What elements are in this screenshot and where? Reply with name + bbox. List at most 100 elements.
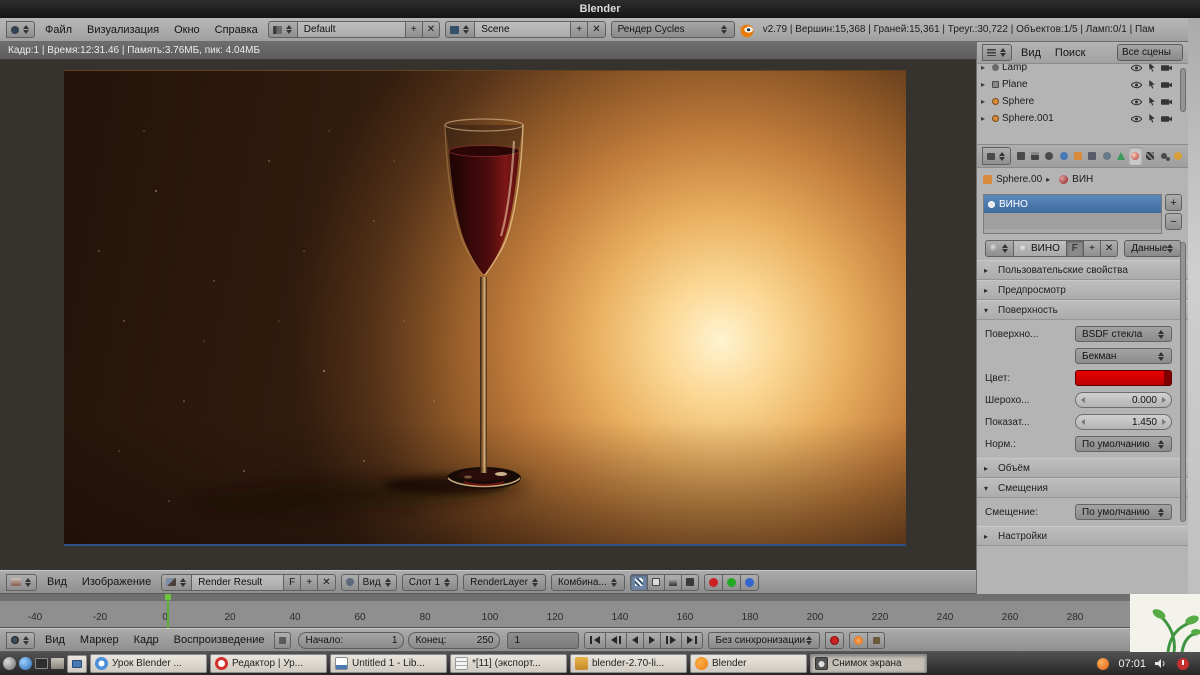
scene-browse-button[interactable] xyxy=(445,21,476,38)
view-mode-dropdown[interactable]: Вид xyxy=(358,573,397,591)
material-slot-empty[interactable] xyxy=(984,213,1161,229)
normal-dropdown[interactable]: По умолчанию xyxy=(1075,436,1172,452)
taskbar-window-6[interactable]: Blender xyxy=(690,654,807,673)
expand-icon[interactable]: ▸ xyxy=(981,114,989,123)
material-unlink-button[interactable]: ✕ xyxy=(1100,239,1119,257)
playhead[interactable] xyxy=(165,594,171,628)
breadcrumb-object[interactable]: Sphere.00 xyxy=(996,174,1042,185)
image-browse-button[interactable] xyxy=(161,573,193,591)
selectability-cursor-icon[interactable] xyxy=(1146,114,1157,123)
scene-name-field[interactable]: Scene xyxy=(475,21,572,38)
material-add-button[interactable]: + xyxy=(1083,239,1101,257)
record-button[interactable] xyxy=(825,631,845,649)
outliner-display-mode-dropdown[interactable]: Все сцены xyxy=(1117,44,1183,61)
slot-add-button[interactable]: + xyxy=(1165,194,1182,211)
browser-launcher-icon[interactable] xyxy=(19,657,32,670)
image-add-button[interactable]: + xyxy=(301,573,319,591)
panel-volume[interactable]: ▸ Объём xyxy=(977,458,1188,478)
slot-dropdown[interactable]: Слот 1 xyxy=(401,573,459,591)
image-menu-image[interactable]: Изображение xyxy=(75,576,158,588)
editor-type-outliner-button[interactable] xyxy=(982,44,1012,61)
outliner-item-sphere[interactable]: ▸ Sphere xyxy=(977,93,1188,110)
material-browse-button[interactable] xyxy=(985,239,1014,257)
roughness-field[interactable]: 0.000 xyxy=(1075,392,1172,408)
ior-field[interactable]: 1.450 xyxy=(1075,414,1172,430)
selectability-cursor-icon[interactable] xyxy=(1146,97,1157,106)
menu-help[interactable]: Справка xyxy=(208,24,265,36)
outliner-menu-search[interactable]: Поиск xyxy=(1048,47,1092,59)
editor-type-timeline-button[interactable] xyxy=(6,631,35,649)
displacement-dropdown[interactable]: По умолчанию xyxy=(1075,504,1172,520)
taskbar-window-2[interactable]: Редактор | Ур... xyxy=(210,654,327,673)
taskbar-window-3[interactable]: Untitled 1 - Lib... xyxy=(330,654,447,673)
surface-shader-dropdown[interactable]: BSDF стекла xyxy=(1075,326,1172,342)
data-link-dropdown[interactable]: Данные xyxy=(1124,239,1182,257)
image-fake-user-button[interactable]: F xyxy=(284,573,302,591)
outliner-menu-view[interactable]: Вид xyxy=(1014,47,1048,59)
render-camera-icon[interactable] xyxy=(1161,114,1172,123)
editor-type-image-button[interactable] xyxy=(6,573,37,591)
image-editor-canvas[interactable] xyxy=(0,60,976,570)
tab-world[interactable] xyxy=(1057,147,1070,165)
slot-remove-button[interactable]: − xyxy=(1165,213,1182,230)
view-mode-icon-button[interactable] xyxy=(340,573,359,591)
panel-custom-properties[interactable]: ▸ Пользовательские свойства xyxy=(977,260,1188,280)
selectability-cursor-icon[interactable] xyxy=(1146,80,1157,89)
end-frame-field[interactable]: Конец: 250 xyxy=(408,631,501,649)
terminal-launcher-icon[interactable] xyxy=(35,658,48,669)
menu-file[interactable]: Файл xyxy=(38,24,79,36)
play-reverse-button[interactable] xyxy=(627,631,645,649)
outliner-item-lamp[interactable]: ▸ Lamp xyxy=(977,64,1188,76)
start-frame-field[interactable]: Начало: 1 xyxy=(298,631,405,649)
tab-constraints[interactable] xyxy=(1086,147,1099,165)
lock-time-toggle[interactable] xyxy=(274,631,292,649)
image-menu-view[interactable]: Вид xyxy=(40,576,74,588)
outliner-item-sphere-001[interactable]: ▸ Sphere.001 xyxy=(977,110,1188,127)
increment-arrow-icon[interactable] xyxy=(1162,419,1166,425)
layout-name-field[interactable]: Default xyxy=(297,21,406,38)
tab-material[interactable] xyxy=(1128,147,1142,165)
layout-browse-button[interactable] xyxy=(267,21,298,38)
keying-set-button[interactable] xyxy=(849,631,869,649)
breadcrumb-material[interactable]: ВИН xyxy=(1072,174,1093,185)
draw-mode-toggle-1[interactable] xyxy=(647,573,665,591)
layout-add-button[interactable]: + xyxy=(405,21,423,38)
render-layer-dropdown[interactable]: RenderLayer xyxy=(463,573,546,591)
material-slot-selected[interactable]: ВИНО xyxy=(984,195,1161,213)
tab-object[interactable] xyxy=(1071,147,1084,165)
panel-settings[interactable]: ▸ Настройки xyxy=(977,526,1188,546)
material-slot-list[interactable]: ВИНО xyxy=(983,194,1162,234)
layout-delete-button[interactable]: ✕ xyxy=(422,21,441,38)
visibility-eye-icon[interactable] xyxy=(1131,64,1142,72)
tab-modifiers[interactable] xyxy=(1100,147,1113,165)
current-frame-field[interactable]: 1 xyxy=(507,631,580,649)
volume-icon[interactable] xyxy=(1155,658,1168,669)
next-keyframe-button[interactable] xyxy=(661,631,683,649)
editor-type-info-button[interactable] xyxy=(6,21,35,38)
expand-icon[interactable]: ▸ xyxy=(981,97,989,106)
tab-scene[interactable] xyxy=(1043,147,1056,165)
material-fake-user-button[interactable]: F xyxy=(1066,239,1084,257)
properties-scrollbar[interactable] xyxy=(1180,242,1186,522)
increment-arrow-icon[interactable] xyxy=(1162,397,1166,403)
tab-render[interactable] xyxy=(1014,147,1027,165)
menu-window[interactable]: Окно xyxy=(167,24,207,36)
tab-object-data[interactable] xyxy=(1114,147,1127,165)
editor-type-properties-button[interactable] xyxy=(982,147,1011,165)
timeline-ruler[interactable]: -40 -20 0 20 40 60 80 100 120 140 160 18… xyxy=(0,594,1130,628)
render-camera-icon[interactable] xyxy=(1161,64,1172,72)
render-camera-icon[interactable] xyxy=(1161,97,1172,106)
tray-app-icon[interactable] xyxy=(1097,657,1110,670)
tab-texture[interactable] xyxy=(1143,147,1156,165)
distribution-dropdown[interactable]: Бекман xyxy=(1075,348,1172,364)
panel-preview[interactable]: ▸ Предпросмотр xyxy=(977,280,1188,300)
image-unlink-button[interactable]: ✕ xyxy=(318,573,336,591)
prev-keyframe-button[interactable] xyxy=(606,631,628,649)
red-channel-button[interactable] xyxy=(703,573,723,591)
power-icon[interactable] xyxy=(1177,657,1189,670)
visibility-eye-icon[interactable] xyxy=(1131,97,1142,106)
tab-physics[interactable] xyxy=(1172,147,1185,165)
show-desktop-button[interactable] xyxy=(67,654,87,673)
selectability-cursor-icon[interactable] xyxy=(1146,64,1157,72)
scene-add-button[interactable]: + xyxy=(571,21,589,38)
